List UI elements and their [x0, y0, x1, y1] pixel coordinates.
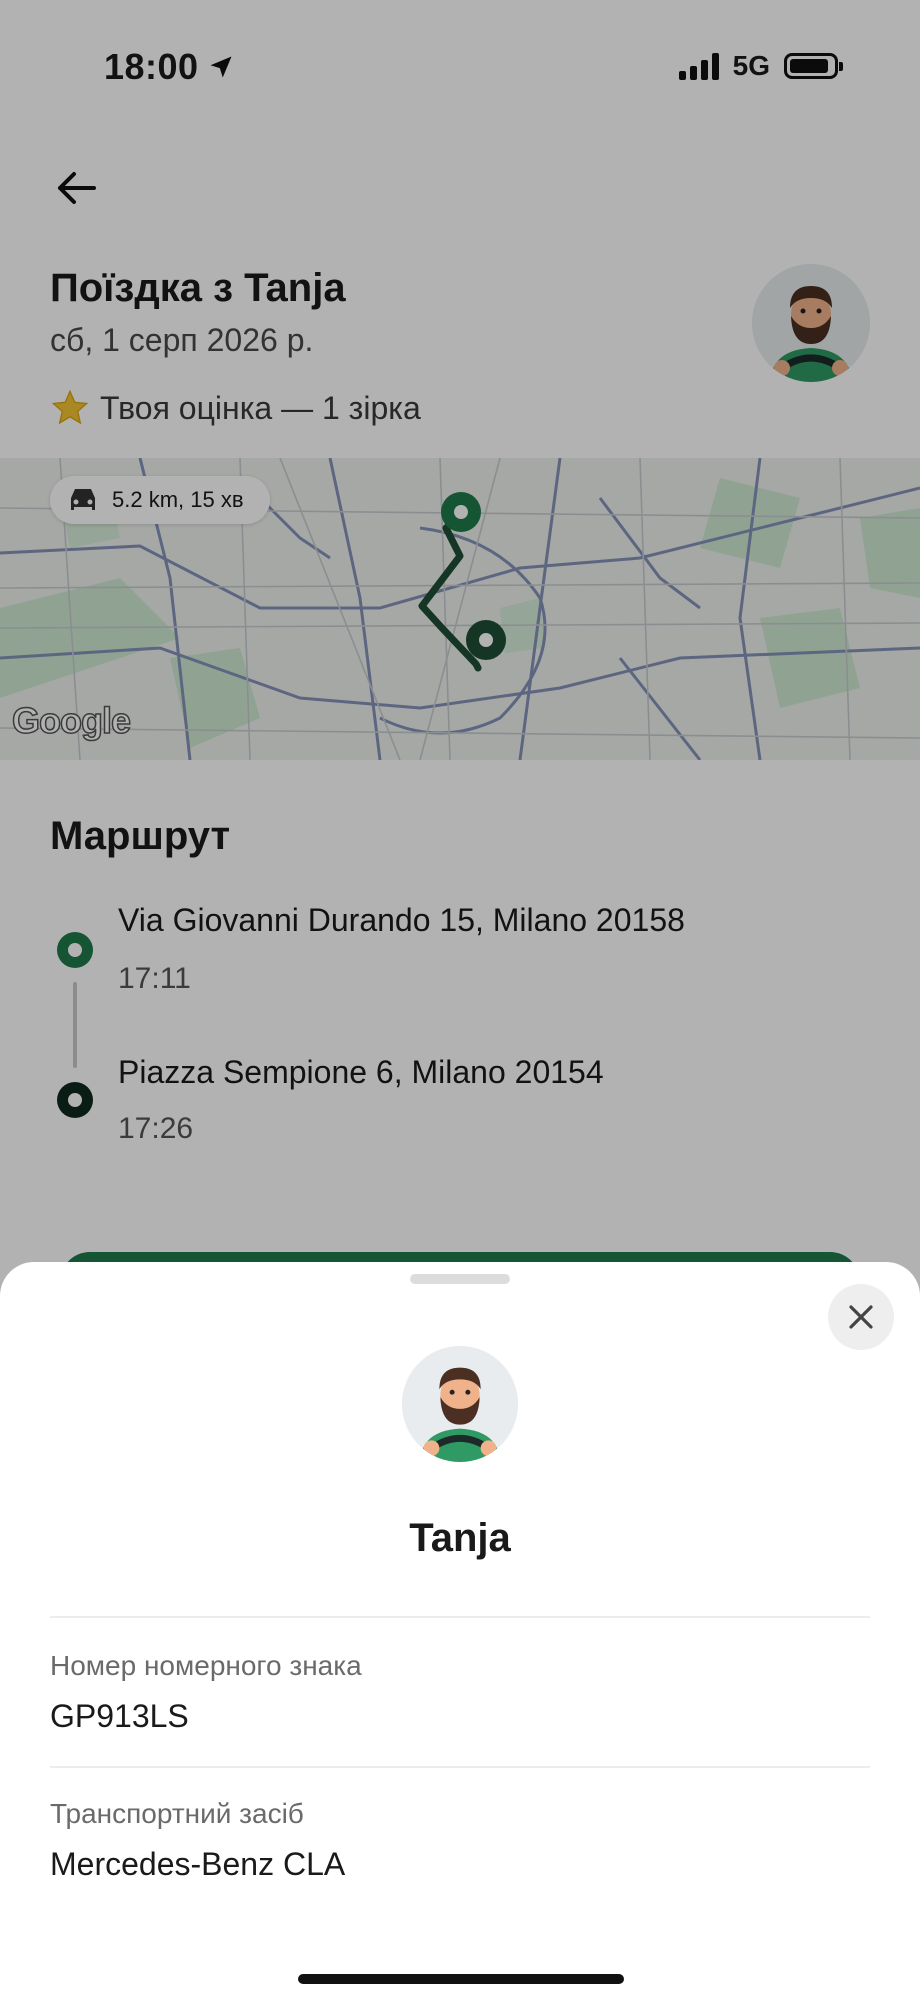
divider: [50, 1766, 870, 1768]
driver-info-sheet: Tanja Номер номерного знака GP913LS Тран…: [0, 1262, 920, 2000]
app-screen: 18:00 5G Поїздка з Tanja сб, 1 серп 2026…: [0, 0, 920, 2000]
sheet-grabber[interactable]: [410, 1274, 510, 1284]
driver-name: Tanja: [409, 1516, 511, 1560]
home-indicator[interactable]: [298, 1974, 624, 1984]
vehicle-label: Транспортний засіб: [50, 1798, 304, 1829]
vehicle-value: Mercedes-Benz CLA: [50, 1846, 346, 1882]
plate-label: Номер номерного знака: [50, 1650, 362, 1681]
divider: [50, 1616, 870, 1618]
driver-avatar-illustration: [402, 1346, 518, 1462]
close-icon: [849, 1305, 873, 1329]
plate-value: GP913LS: [50, 1698, 189, 1734]
close-button[interactable]: [828, 1284, 894, 1350]
driver-avatar: [402, 1346, 518, 1462]
